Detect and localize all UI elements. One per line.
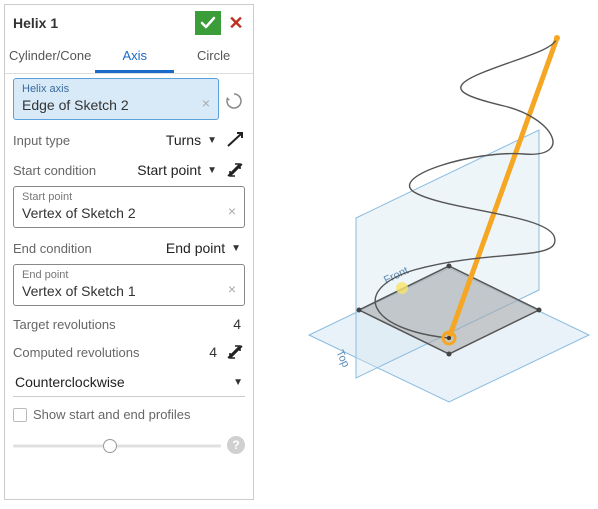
end-condition-value: End point [166,240,225,256]
feature-panel: Helix 1 ✕ Cylinder/Cone Axis Circle Heli… [4,4,254,500]
double-arrow-icon[interactable] [225,160,245,180]
checkmark-icon [199,14,217,32]
sketch-vertex [447,264,452,269]
computed-rev-label: Computed revolutions [13,345,139,360]
arrow-icon[interactable] [225,130,245,150]
end-point-field[interactable]: End point Vertex of Sketch 1 × [13,264,245,306]
end-condition-select[interactable]: End point ▼ [162,238,245,258]
show-profiles-label: Show start and end profiles [33,407,191,422]
selected-vertex-glow [396,282,408,294]
confirm-button[interactable] [195,11,221,35]
helix-axis-label: Helix axis [22,83,210,95]
chevron-down-icon: ▼ [207,135,217,146]
origin-point [447,336,451,340]
input-type-label: Input type [13,133,70,148]
start-point-field[interactable]: Start point Vertex of Sketch 2 × [13,186,245,228]
slider-thumb[interactable] [103,439,117,453]
opacity-slider[interactable]: ? [13,434,245,458]
sketch-vertex [357,308,362,313]
start-condition-label: Start condition [13,163,96,178]
helix-axis-value: Edge of Sketch 2 [22,97,210,113]
sketch-vertex [537,308,542,313]
panel-body: Helix axis Edge of Sketch 2 × Input type… [5,74,253,468]
double-arrow-icon[interactable] [225,342,245,362]
end-point-label: End point [22,269,236,281]
show-profiles-checkbox[interactable]: Show start and end profiles [13,399,245,426]
chevron-down-icon: ▼ [233,377,243,388]
panel-header: Helix 1 ✕ [5,5,253,41]
checkbox-icon [13,408,27,422]
cancel-button[interactable]: ✕ [227,14,245,32]
target-rev-label: Target revolutions [13,317,116,332]
chevron-down-icon: ▼ [231,243,241,254]
end-condition-label: End condition [13,241,92,256]
mate-connector-icon[interactable] [223,90,245,112]
input-type-select[interactable]: Turns ▼ [162,130,221,150]
helix-end-vertex [554,35,560,41]
clear-icon[interactable]: × [228,203,236,219]
clear-icon[interactable]: × [228,281,236,297]
tab-cylinder-cone[interactable]: Cylinder/Cone [5,41,95,73]
close-x-icon: ✕ [228,13,243,34]
start-condition-value: Start point [137,162,201,178]
sketch-vertex [447,352,452,357]
direction-select[interactable]: Counterclockwise ▼ [13,368,245,397]
start-point-label: Start point [22,191,236,203]
end-point-value: Vertex of Sketch 1 [22,283,236,299]
start-point-value: Vertex of Sketch 2 [22,205,236,221]
tab-axis[interactable]: Axis [95,41,174,73]
start-condition-select[interactable]: Start point ▼ [133,160,221,180]
computed-rev-value: 4 [209,344,221,360]
viewport-3d[interactable]: Front Top [254,0,598,504]
direction-value: Counterclockwise [15,374,125,390]
panel-title: Helix 1 [13,15,195,31]
help-icon[interactable]: ? [227,436,245,454]
helix-axis-field[interactable]: Helix axis Edge of Sketch 2 × [13,78,219,120]
tabs-bar: Cylinder/Cone Axis Circle [5,41,253,74]
tab-circle[interactable]: Circle [174,41,253,73]
target-rev-value[interactable]: 4 [233,316,245,332]
input-type-value: Turns [166,132,201,148]
chevron-down-icon: ▼ [207,165,217,176]
clear-icon[interactable]: × [202,95,210,111]
